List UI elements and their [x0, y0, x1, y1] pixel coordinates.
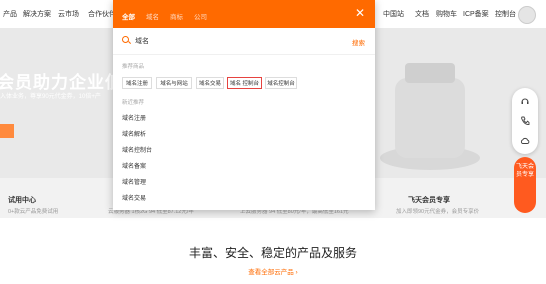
tab-all[interactable]: 全部	[122, 11, 135, 21]
nav-docs[interactable]: 文档	[415, 9, 429, 19]
list-item[interactable]: 域名解析	[122, 129, 146, 138]
chip-domain-console[interactable]: 域名控制台	[265, 77, 297, 89]
nav-region[interactable]: 中国站	[383, 9, 404, 19]
search-panel-header: 全部 域名 商标 公司 ✕	[113, 0, 375, 28]
nav-products[interactable]: 产品	[3, 9, 17, 19]
card-member-title[interactable]: 飞天会员专享	[408, 195, 450, 205]
decorative-jar-image	[380, 63, 480, 170]
search-input[interactable]	[135, 34, 315, 48]
section-title: 丰富、安全、稳定的产品及服务	[188, 246, 357, 260]
search-dropdown-panel: 全部 域名 商标 公司 ✕ 搜索 推荐商品 域名注册 域名与网站 域名交易 域名…	[113, 0, 375, 210]
chip-domain-register[interactable]: 域名注册	[122, 77, 152, 89]
list-item[interactable]: 域名注册	[122, 113, 146, 122]
search-bar: 搜索	[113, 28, 375, 55]
nav-icp[interactable]: ICP备案	[463, 9, 489, 19]
nav-solutions[interactable]: 解决方案	[23, 9, 51, 19]
nav-partners[interactable]: 合作伙伴	[88, 9, 116, 19]
list-item[interactable]: 域名管理	[122, 177, 146, 186]
nav-cart[interactable]: 购物车	[436, 9, 457, 19]
chip-domain-website[interactable]: 域名与网站	[156, 77, 192, 89]
hero-cta-button[interactable]	[0, 124, 14, 138]
card-member-subtitle: 加入即领90元代金券，会员专享价	[396, 209, 480, 215]
list-item[interactable]: 域名备案	[122, 161, 146, 170]
chip-domain-console-selected[interactable]: 域名 控制台	[227, 77, 262, 89]
search-icon	[122, 36, 129, 43]
close-icon[interactable]: ✕	[355, 7, 365, 19]
nav-marketplace[interactable]: 云市场	[58, 9, 79, 19]
hero-title: 会员助力企业低	[0, 73, 123, 92]
tab-company[interactable]: 公司	[194, 11, 207, 21]
avatar[interactable]	[518, 6, 536, 24]
chip-domain-trade[interactable]: 域名交易	[196, 77, 224, 89]
service-icon[interactable]	[520, 96, 530, 106]
search-button[interactable]: 搜索	[352, 37, 365, 47]
tab-trademark[interactable]: 商标	[170, 11, 183, 21]
list-item[interactable]: 域名控制台	[122, 145, 152, 154]
cloud-icon[interactable]	[520, 136, 530, 146]
nav-console[interactable]: 控制台	[495, 9, 516, 19]
card-trial-subtitle: 0+款云产品免费试用	[8, 209, 59, 215]
phone-icon[interactable]	[520, 116, 530, 126]
card-trial-title[interactable]: 试用中心	[8, 195, 36, 205]
view-all-products-link[interactable]: 查看全部云产品 ›	[0, 266, 546, 276]
list-item[interactable]: 域名交易	[122, 193, 146, 202]
hero-subtitle: 入体业务，尊享90元代金券，10倍+产	[0, 94, 101, 100]
tab-domain[interactable]: 域名	[146, 11, 159, 21]
member-promo-button[interactable]: 飞天会员专享	[514, 157, 536, 213]
recommend-label: 推荐商品	[122, 64, 145, 70]
recent-label: 新近推荐	[122, 100, 145, 106]
floating-toolbar	[512, 88, 538, 154]
